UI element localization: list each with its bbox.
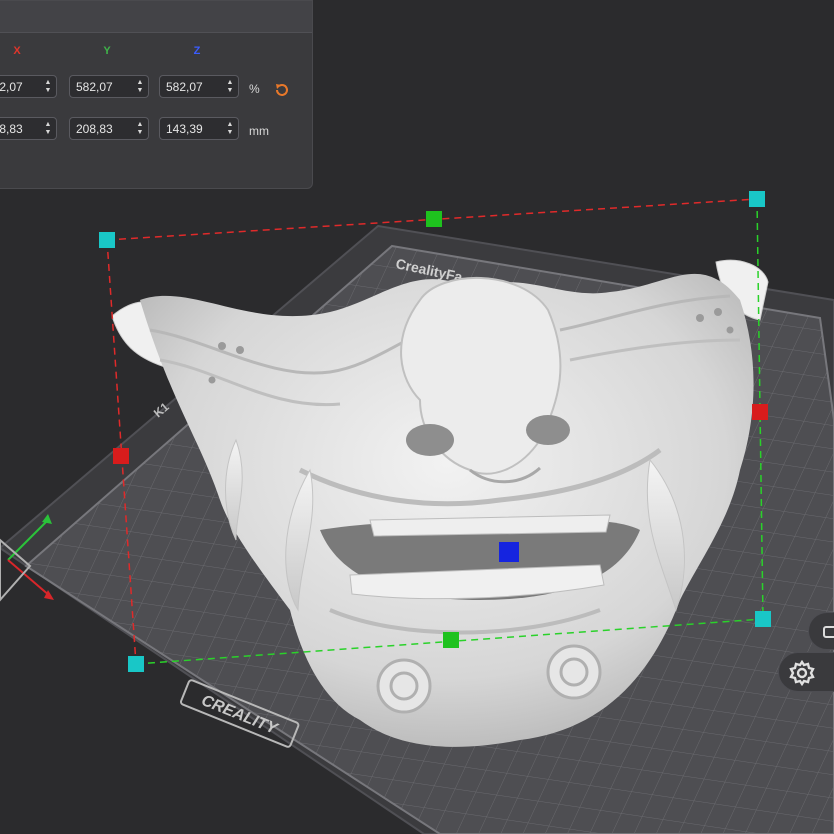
size-y-input[interactable]: 208,83 ▲ ▼ — [69, 117, 149, 140]
scale-x-input[interactable]: 582,07 ▲▼ — [0, 75, 57, 98]
corner-handle-bottom-right[interactable] — [755, 611, 771, 627]
size-y-stepper[interactable]: ▲ ▼ — [132, 118, 148, 139]
size-y-value: 208,83 — [76, 121, 113, 136]
size-x-stepper[interactable]: ▲ ▼ — [40, 118, 56, 139]
size-unit: mm — [249, 124, 269, 138]
size-z-input[interactable]: 143,39 ▲ ▼ — [159, 117, 239, 140]
scale-panel-header — [0, 1, 312, 33]
reset-icon[interactable] — [273, 81, 291, 99]
scale-panel: X Y Z 582,07 ▲▼ 582,07 ▲▼ 582,07 ▲▼ % 20… — [0, 0, 313, 189]
corner-handle-top-right[interactable] — [749, 191, 765, 207]
axis-label-y: Y — [103, 45, 111, 57]
scale-y-input[interactable]: 582,07 ▲ ▼ — [69, 75, 149, 98]
y-handle-bottom[interactable] — [443, 632, 459, 648]
corner-handle-top-left[interactable] — [99, 232, 115, 248]
axis-label-z: Z — [193, 45, 201, 57]
size-x-input[interactable]: 208,83 ▲▼ — [0, 117, 57, 140]
scale-y-value: 582,07 — [76, 79, 113, 94]
scale-x-stepper[interactable]: ▲ ▼ — [40, 76, 56, 97]
scale-z-stepper[interactable]: ▲ ▼ — [222, 76, 238, 97]
size-x-value: 208,83 — [0, 121, 23, 136]
z-handle[interactable] — [499, 542, 519, 562]
axis-label-x: X — [13, 45, 21, 57]
x-handle-right[interactable] — [752, 404, 768, 420]
size-z-value: 143,39 — [166, 121, 203, 136]
settings-button[interactable] — [778, 652, 834, 692]
scale-z-value: 582,07 — [166, 79, 203, 94]
3d-viewport[interactable]: CrealityFa CREALITY K1 X Y Z 2,07 ▲ ▼ 58… — [0, 0, 834, 834]
y-handle-top[interactable] — [426, 211, 442, 227]
size-z-stepper[interactable]: ▲ ▼ — [222, 118, 238, 139]
view-icon — [823, 626, 834, 638]
scale-unit: % — [249, 82, 260, 96]
x-handle-left[interactable] — [113, 448, 129, 464]
scale-z-input[interactable]: 582,07 ▲ ▼ — [159, 75, 239, 98]
corner-handle-bottom-left[interactable] — [128, 656, 144, 672]
scale-y-stepper[interactable]: ▲ ▼ — [132, 76, 148, 97]
gear-icon — [789, 660, 815, 686]
scale-x-value: 582,07 — [0, 79, 23, 94]
